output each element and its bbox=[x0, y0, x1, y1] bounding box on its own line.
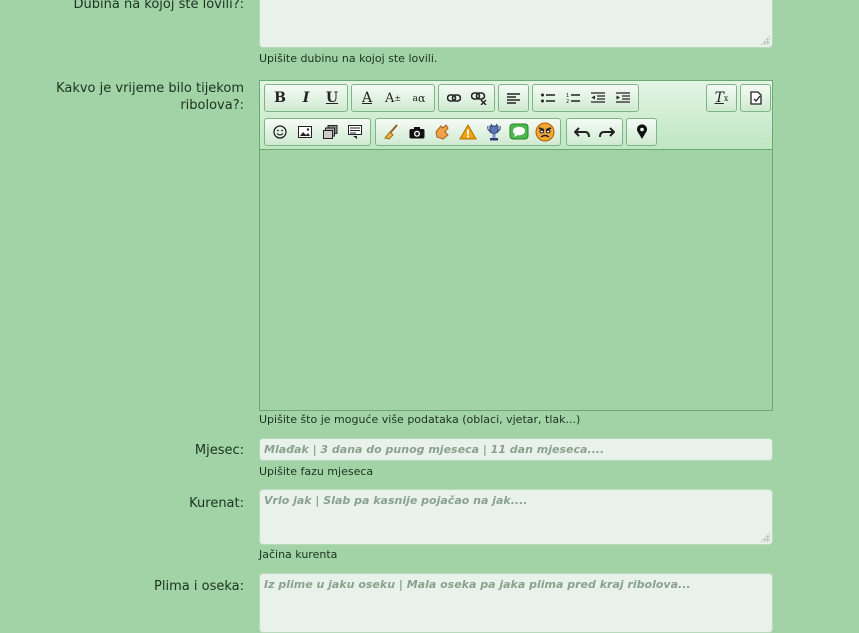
image-icon[interactable] bbox=[292, 120, 317, 144]
current-hint: Jačina kurenta bbox=[259, 548, 338, 561]
toolbar-group-link bbox=[438, 84, 495, 112]
moon-input[interactable]: Mlađak | 3 dana do punog mjeseca | 11 da… bbox=[259, 438, 773, 461]
current-label: Kurenat: bbox=[189, 496, 244, 511]
speech-bubble-icon[interactable] bbox=[507, 120, 533, 144]
weather-editor: B I U A A ± aα 12 T x bbox=[259, 80, 773, 411]
moon-label: Mjesec: bbox=[194, 443, 244, 458]
trophy-icon[interactable] bbox=[481, 120, 507, 144]
toolbar-group-source bbox=[740, 84, 771, 112]
align-icon[interactable] bbox=[501, 86, 526, 110]
weather-label: Kakvo je vrijeme bilo tijekom ribolova?: bbox=[56, 80, 244, 114]
toolbar-group-insert bbox=[264, 118, 371, 146]
weather-label-line1: Kakvo je vrijeme bilo tijekom bbox=[56, 81, 244, 96]
indent-icon[interactable] bbox=[611, 86, 636, 110]
moon-hint: Upišite fazu mjeseca bbox=[259, 465, 374, 478]
quote-icon[interactable] bbox=[343, 120, 368, 144]
toolbar-group-lists: 12 bbox=[532, 84, 639, 112]
tide-label: Plima i oseka: bbox=[154, 579, 244, 594]
font-size-icon[interactable]: A ± bbox=[380, 86, 406, 110]
text-case-icon[interactable]: aα bbox=[406, 86, 432, 110]
italic-icon[interactable]: I bbox=[293, 86, 319, 110]
source-icon[interactable] bbox=[743, 86, 768, 110]
map-pin-icon[interactable] bbox=[629, 120, 654, 144]
remove-format-icon[interactable]: Tx bbox=[709, 86, 734, 110]
hand-icon[interactable] bbox=[429, 120, 455, 144]
toolbar-group-history bbox=[566, 118, 623, 146]
unlink-icon[interactable] bbox=[467, 86, 493, 110]
font-size-icon-label: A bbox=[384, 90, 395, 106]
broom-icon[interactable] bbox=[378, 120, 404, 144]
undo-icon[interactable] bbox=[569, 120, 595, 144]
toolbar-group-clear: Tx bbox=[706, 84, 737, 112]
depth-hint: Upišite dubinu na kojoj ste lovili. bbox=[259, 52, 438, 65]
toolbar-group-map bbox=[626, 118, 657, 146]
angry-face-icon[interactable] bbox=[532, 120, 558, 144]
camera-icon[interactable] bbox=[404, 120, 430, 144]
warning-icon[interactable] bbox=[455, 120, 481, 144]
bold-icon[interactable]: B bbox=[267, 86, 293, 110]
depth-textarea[interactable] bbox=[259, 0, 773, 48]
toolbar-group-align bbox=[498, 84, 529, 112]
tide-textarea[interactable]: Iz plime u jaku oseku | Mala oseka pa ja… bbox=[259, 573, 773, 633]
media-icon[interactable] bbox=[318, 120, 343, 144]
toolbar-group-special bbox=[375, 118, 561, 146]
text-case-icon-label: a bbox=[412, 92, 419, 104]
toolbar-group-basic: B I U bbox=[264, 84, 348, 112]
font-color-icon[interactable]: A bbox=[354, 86, 380, 110]
current-placeholder: Vrlo jak | Slab pa kasnije pojačao na ja… bbox=[264, 494, 528, 507]
svg-text:2: 2 bbox=[566, 99, 569, 104]
numbered-list-icon[interactable]: 12 bbox=[560, 86, 585, 110]
redo-icon[interactable] bbox=[595, 120, 621, 144]
editor-toolbar: B I U A A ± aα 12 T x bbox=[260, 81, 772, 150]
smiley-icon[interactable] bbox=[267, 120, 292, 144]
weather-edit-area[interactable] bbox=[260, 150, 772, 410]
underline-icon[interactable]: U bbox=[319, 86, 345, 110]
weather-label-line2: ribolova?: bbox=[180, 98, 244, 113]
current-textarea[interactable]: Vrlo jak | Slab pa kasnije pojačao na ja… bbox=[259, 489, 773, 545]
remove-format-icon-label: T bbox=[714, 90, 724, 106]
outdent-icon[interactable] bbox=[586, 86, 611, 110]
link-icon[interactable] bbox=[441, 86, 467, 110]
tide-placeholder: Iz plime u jaku oseku | Mala oseka pa ja… bbox=[264, 578, 691, 591]
depth-label: Dubina na kojoj ste lovili?: bbox=[73, 0, 245, 12]
resize-grip[interactable] bbox=[760, 35, 770, 45]
toolbar-group-font: A A ± aα bbox=[351, 84, 435, 112]
weather-hint: Upišite što je moguće više podataka (obl… bbox=[259, 413, 581, 426]
bullet-list-icon[interactable] bbox=[535, 86, 560, 110]
resize-grip[interactable] bbox=[760, 532, 770, 542]
moon-placeholder: Mlađak | 3 dana do punog mjeseca | 11 da… bbox=[264, 443, 605, 456]
